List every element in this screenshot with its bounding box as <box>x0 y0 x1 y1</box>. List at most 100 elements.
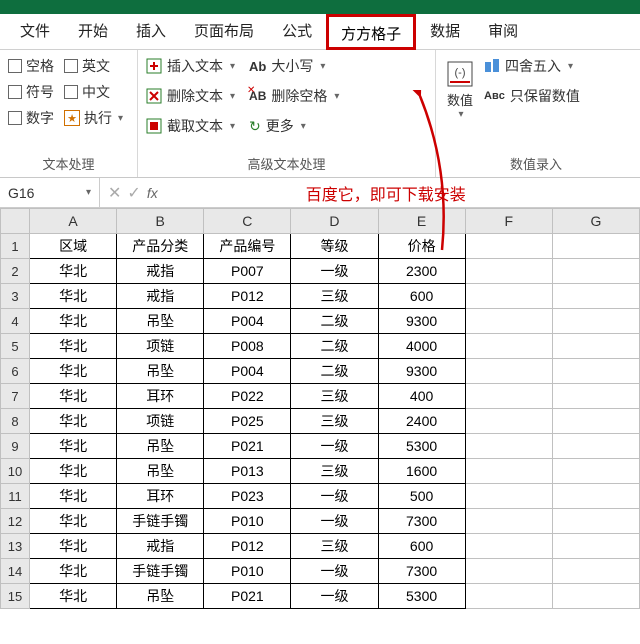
tab-fangfanggezi[interactable]: 方方格子 <box>326 14 416 50</box>
cell-empty[interactable] <box>552 284 639 309</box>
cell-empty[interactable] <box>465 434 552 459</box>
cell-data[interactable]: P021 <box>204 434 291 459</box>
cell-data[interactable]: 华北 <box>30 534 117 559</box>
cell-data[interactable]: 华北 <box>30 284 117 309</box>
tab-data[interactable]: 数据 <box>416 14 474 50</box>
cell-data[interactable]: 400 <box>378 384 465 409</box>
chk-english[interactable]: 英文 <box>64 56 123 76</box>
cell-data[interactable]: 戒指 <box>117 534 204 559</box>
row-header-7[interactable]: 7 <box>1 384 30 409</box>
cell-header[interactable]: 等级 <box>291 234 378 259</box>
cell-data[interactable]: 一级 <box>291 259 378 284</box>
cell-data[interactable]: 耳环 <box>117 484 204 509</box>
cell-data[interactable]: P008 <box>204 334 291 359</box>
cell-data[interactable]: 500 <box>378 484 465 509</box>
cell-empty[interactable] <box>552 459 639 484</box>
cell-data[interactable]: 吊坠 <box>117 359 204 384</box>
cell-data[interactable]: 二级 <box>291 334 378 359</box>
cell-data[interactable]: 三级 <box>291 409 378 434</box>
cell-data[interactable]: 三级 <box>291 384 378 409</box>
chk-space[interactable]: 空格 <box>8 56 54 76</box>
cell-data[interactable]: 耳环 <box>117 384 204 409</box>
row-header-4[interactable]: 4 <box>1 309 30 334</box>
cell-data[interactable]: P025 <box>204 409 291 434</box>
cell-data[interactable]: 华北 <box>30 384 117 409</box>
cell-data[interactable]: 华北 <box>30 484 117 509</box>
cell-data[interactable]: 600 <box>378 534 465 559</box>
cell-empty[interactable] <box>465 559 552 584</box>
cell-data[interactable]: 7300 <box>378 509 465 534</box>
cell-data[interactable]: P022 <box>204 384 291 409</box>
cell-data[interactable]: 戒指 <box>117 284 204 309</box>
cell-data[interactable]: 手链手镯 <box>117 509 204 534</box>
cell-empty[interactable] <box>465 459 552 484</box>
cell-data[interactable]: 华北 <box>30 334 117 359</box>
cell-empty[interactable] <box>552 584 639 609</box>
spreadsheet-grid[interactable]: ABCDEFG1区域产品分类产品编号等级价格2华北戒指P007一级23003华北… <box>0 208 640 609</box>
btn-case[interactable]: Ab 大小写▾ <box>249 56 339 76</box>
cell-empty[interactable] <box>552 509 639 534</box>
cell-data[interactable]: 吊坠 <box>117 459 204 484</box>
cell-data[interactable]: 二级 <box>291 359 378 384</box>
row-header-14[interactable]: 14 <box>1 559 30 584</box>
select-all-corner[interactable] <box>1 209 30 234</box>
cell-data[interactable]: 华北 <box>30 259 117 284</box>
cell-empty[interactable] <box>552 434 639 459</box>
cell-empty[interactable] <box>465 259 552 284</box>
cell-data[interactable]: 9300 <box>378 359 465 384</box>
cell-header[interactable]: 区域 <box>30 234 117 259</box>
row-header-5[interactable]: 5 <box>1 334 30 359</box>
cell-data[interactable]: 二级 <box>291 309 378 334</box>
tab-formula[interactable]: 公式 <box>268 14 326 50</box>
row-header-8[interactable]: 8 <box>1 409 30 434</box>
cell-data[interactable]: 一级 <box>291 584 378 609</box>
cell-data[interactable]: 一级 <box>291 434 378 459</box>
cell-data[interactable]: 吊坠 <box>117 584 204 609</box>
cell-data[interactable]: P007 <box>204 259 291 284</box>
fx-icon[interactable]: fx <box>147 185 158 201</box>
tab-insert[interactable]: 插入 <box>122 14 180 50</box>
cell-empty[interactable] <box>552 359 639 384</box>
cell-data[interactable]: P021 <box>204 584 291 609</box>
cell-data[interactable]: P023 <box>204 484 291 509</box>
cell-data[interactable]: P004 <box>204 309 291 334</box>
cell-empty[interactable] <box>465 534 552 559</box>
cell-data[interactable]: 7300 <box>378 559 465 584</box>
tab-file[interactable]: 文件 <box>6 14 64 50</box>
row-header-6[interactable]: 6 <box>1 359 30 384</box>
cell-data[interactable]: 4000 <box>378 334 465 359</box>
cell-data[interactable]: 2400 <box>378 409 465 434</box>
cell-data[interactable]: 5300 <box>378 584 465 609</box>
cell-data[interactable]: 5300 <box>378 434 465 459</box>
cell-data[interactable]: 一级 <box>291 484 378 509</box>
btn-execute[interactable]: ★执行▾ <box>64 108 123 128</box>
name-box[interactable]: G16 ▾ <box>0 178 100 207</box>
btn-delete-text[interactable]: 删除文本▾ <box>146 86 235 106</box>
tab-home[interactable]: 开始 <box>64 14 122 50</box>
chk-number[interactable]: 数字 <box>8 108 54 128</box>
cell-data[interactable]: P010 <box>204 509 291 534</box>
col-header-A[interactable]: A <box>30 209 117 234</box>
chk-symbol[interactable]: 符号 <box>8 82 54 102</box>
tab-layout[interactable]: 页面布局 <box>180 14 268 50</box>
cell-empty[interactable] <box>552 384 639 409</box>
cell-empty[interactable] <box>552 309 639 334</box>
cell-data[interactable]: 华北 <box>30 459 117 484</box>
col-header-D[interactable]: D <box>291 209 378 234</box>
cell-empty[interactable] <box>465 309 552 334</box>
chk-chinese[interactable]: 中文 <box>64 82 123 102</box>
cell-empty[interactable] <box>465 284 552 309</box>
cell-data[interactable]: 2300 <box>378 259 465 284</box>
cell-empty[interactable] <box>552 259 639 284</box>
cell-empty[interactable] <box>465 484 552 509</box>
btn-more[interactable]: ↻ 更多▾ <box>249 116 339 136</box>
btn-insert-text[interactable]: 插入文本▾ <box>146 56 235 76</box>
cell-empty[interactable] <box>552 409 639 434</box>
cell-data[interactable]: 600 <box>378 284 465 309</box>
row-header-3[interactable]: 3 <box>1 284 30 309</box>
cell-data[interactable]: 三级 <box>291 534 378 559</box>
cell-header[interactable]: 产品编号 <box>204 234 291 259</box>
row-header-15[interactable]: 15 <box>1 584 30 609</box>
row-header-11[interactable]: 11 <box>1 484 30 509</box>
row-header-10[interactable]: 10 <box>1 459 30 484</box>
